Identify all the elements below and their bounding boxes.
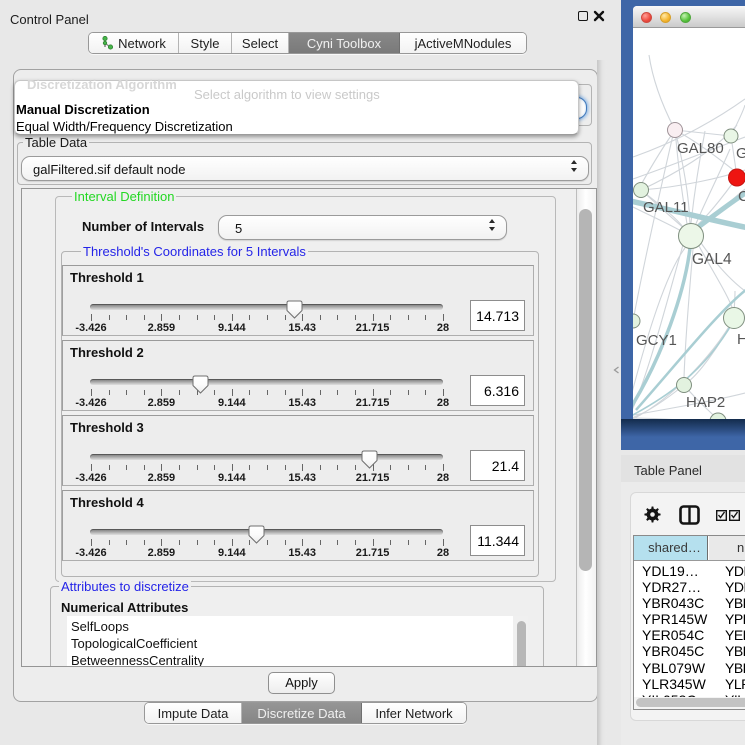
svg-text:GAL4: GAL4	[692, 251, 732, 268]
svg-text:GCY1: GCY1	[636, 332, 677, 349]
svg-text:GAL11: GAL11	[643, 199, 689, 216]
svg-text:C: C	[738, 188, 745, 205]
svg-text:HAP2: HAP2	[686, 394, 725, 411]
svg-text:H: H	[737, 331, 745, 348]
svg-text:GAL80: GAL80	[677, 140, 724, 157]
svg-text:GA: GA	[736, 145, 745, 162]
